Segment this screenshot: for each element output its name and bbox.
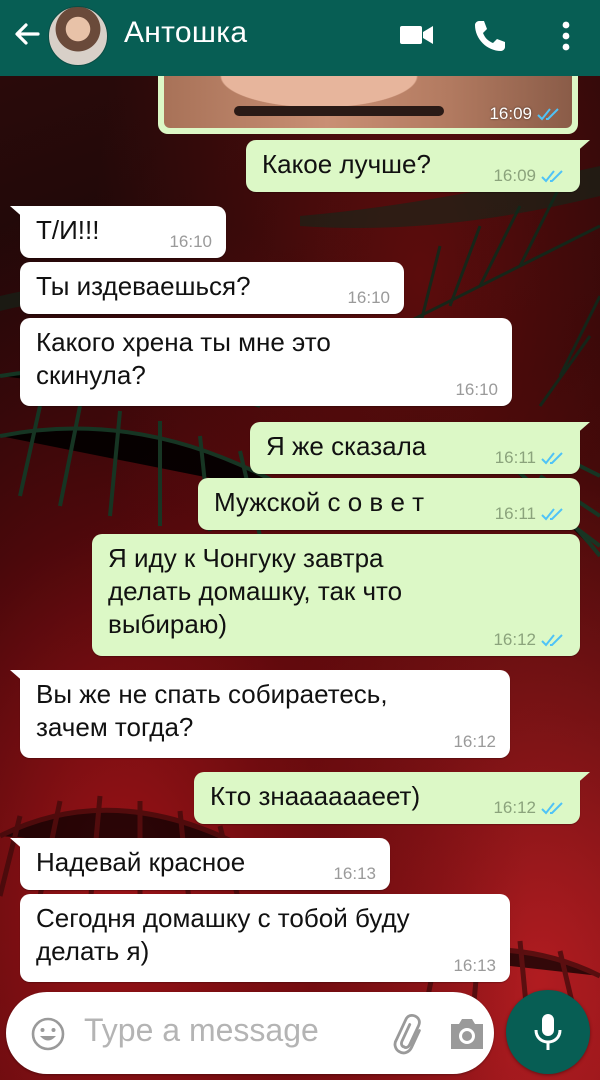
message-meta: 16:12 <box>453 732 496 752</box>
message-meta: 16:10 <box>455 380 498 400</box>
message-text: Я же сказала <box>266 430 426 463</box>
outgoing-message[interactable]: Я же сказала 16:11 <box>250 422 590 474</box>
message-time: 16:12 <box>493 798 536 817</box>
phone-icon[interactable] <box>470 16 510 56</box>
emoji-icon[interactable] <box>30 1016 66 1052</box>
bubble-tail <box>10 206 26 220</box>
message-line: скинула? <box>36 360 146 390</box>
message-time: 16:12 <box>493 630 536 649</box>
message-line: Кто знааааааеет) <box>210 781 421 811</box>
message-time: 16:13 <box>333 864 376 883</box>
message-meta: 16:13 <box>453 956 496 976</box>
message-text: Ты издеваешься? <box>36 270 251 303</box>
message-time: 16:09 <box>489 104 532 123</box>
bubble-tail <box>10 670 26 684</box>
message-meta: 16:11 <box>495 448 566 468</box>
message-time: 16:09 <box>493 166 536 185</box>
message-line: Надевай красное <box>36 847 246 877</box>
photo-content-detail <box>234 106 444 116</box>
outgoing-message[interactable]: Мужской с о в е т 16:11 <box>198 478 580 530</box>
read-ticks-icon <box>541 802 563 815</box>
message-line: Какое лучше? <box>262 149 431 179</box>
read-ticks-icon <box>541 170 563 183</box>
message-meta: 16:12 <box>493 630 566 650</box>
attach-icon[interactable] <box>390 1012 430 1056</box>
more-vert-icon[interactable] <box>546 16 586 56</box>
video-call-icon[interactable] <box>398 16 438 56</box>
message-time: 16:11 <box>494 448 536 467</box>
message-line: Сегодня домашку с тобой буду <box>36 903 410 933</box>
incoming-message[interactable]: Какого хрена ты мне это скинула? 16:10 <box>20 318 512 406</box>
message-line: выбираю) <box>108 609 227 639</box>
message-meta: 16:12 <box>493 798 566 818</box>
message-line: Мужской с о в е т <box>214 487 425 517</box>
bubble-tail <box>574 772 590 786</box>
read-ticks-icon <box>541 634 563 647</box>
mic-button[interactable] <box>506 990 590 1074</box>
read-ticks-icon <box>541 508 563 521</box>
message-time: 16:12 <box>453 732 496 751</box>
bubble-tail <box>574 140 590 154</box>
message-input-bar[interactable]: Type a message <box>6 992 494 1074</box>
message-meta: 16:10 <box>169 232 212 252</box>
message-meta: 16:11 <box>495 504 566 524</box>
message-time: 16:10 <box>347 288 390 307</box>
contact-name[interactable]: Антошка <box>124 16 247 50</box>
avatar[interactable] <box>48 6 108 66</box>
message-text: Сегодня домашку с тобой буду делать я) <box>36 902 410 968</box>
image-message[interactable]: 16:09 <box>158 76 578 134</box>
mic-icon <box>534 1014 562 1050</box>
incoming-message[interactable]: Т/И!!! 16:10 <box>10 206 226 258</box>
message-text: Я иду к Чонгуку завтра делать домашку, та… <box>108 542 402 641</box>
message-time: 16:10 <box>169 232 212 251</box>
message-time: 16:10 <box>455 380 498 399</box>
incoming-message[interactable]: Надевай красное 16:13 <box>10 838 390 890</box>
incoming-message[interactable]: Ты издеваешься? 16:10 <box>20 262 404 314</box>
message-line: Т/И!!! <box>36 215 100 245</box>
back-arrow-icon[interactable] <box>8 14 48 54</box>
message-line: Я же сказала <box>266 431 427 461</box>
message-text: Кто знааааааеет) <box>210 780 420 813</box>
chat-header: Антошка <box>0 0 600 76</box>
message-time: 16:11 <box>494 504 536 523</box>
message-text: Мужской с о в е т <box>214 486 424 519</box>
message-meta: 16:09 <box>489 104 562 124</box>
outgoing-message[interactable]: Какое лучше? 16:09 <box>246 140 590 192</box>
outgoing-message[interactable]: Я иду к Чонгуку завтра делать домашку, та… <box>92 534 580 656</box>
message-meta: 16:13 <box>333 864 376 884</box>
message-text: Какое лучше? <box>262 148 431 181</box>
message-input[interactable]: Type a message <box>84 1012 319 1049</box>
message-text: Какого хрена ты мне это скинула? <box>36 326 331 392</box>
message-line: зачем тогда? <box>36 712 194 742</box>
message-text: Т/И!!! <box>36 214 99 247</box>
message-text: Надевай красное <box>36 846 245 879</box>
message-line: Какого хрена ты мне это <box>36 327 331 357</box>
message-line: делать я) <box>36 936 150 966</box>
message-line: Ты издеваешься? <box>36 271 251 301</box>
outgoing-message[interactable]: Кто знааааааеет) 16:12 <box>194 772 590 824</box>
incoming-message[interactable]: Вы же не спать собираетесь, зачем тогда? 1… <box>10 670 510 758</box>
read-ticks-icon <box>537 108 559 121</box>
bubble-tail <box>574 422 590 436</box>
camera-icon[interactable] <box>448 1016 486 1052</box>
message-line: делать домашку, так что <box>108 576 403 606</box>
message-text: Вы же не спать собираетесь, зачем тогда? <box>36 678 388 744</box>
message-meta: 16:09 <box>493 166 566 186</box>
bubble-tail <box>10 838 26 852</box>
message-line: Вы же не спать собираетесь, <box>36 679 388 709</box>
incoming-message[interactable]: Сегодня домашку с тобой буду делать я) 16:… <box>20 894 510 982</box>
message-meta: 16:10 <box>347 288 390 308</box>
message-time: 16:13 <box>453 956 496 975</box>
message-line: Я иду к Чонгуку завтра <box>108 543 384 573</box>
read-ticks-icon <box>541 452 563 465</box>
